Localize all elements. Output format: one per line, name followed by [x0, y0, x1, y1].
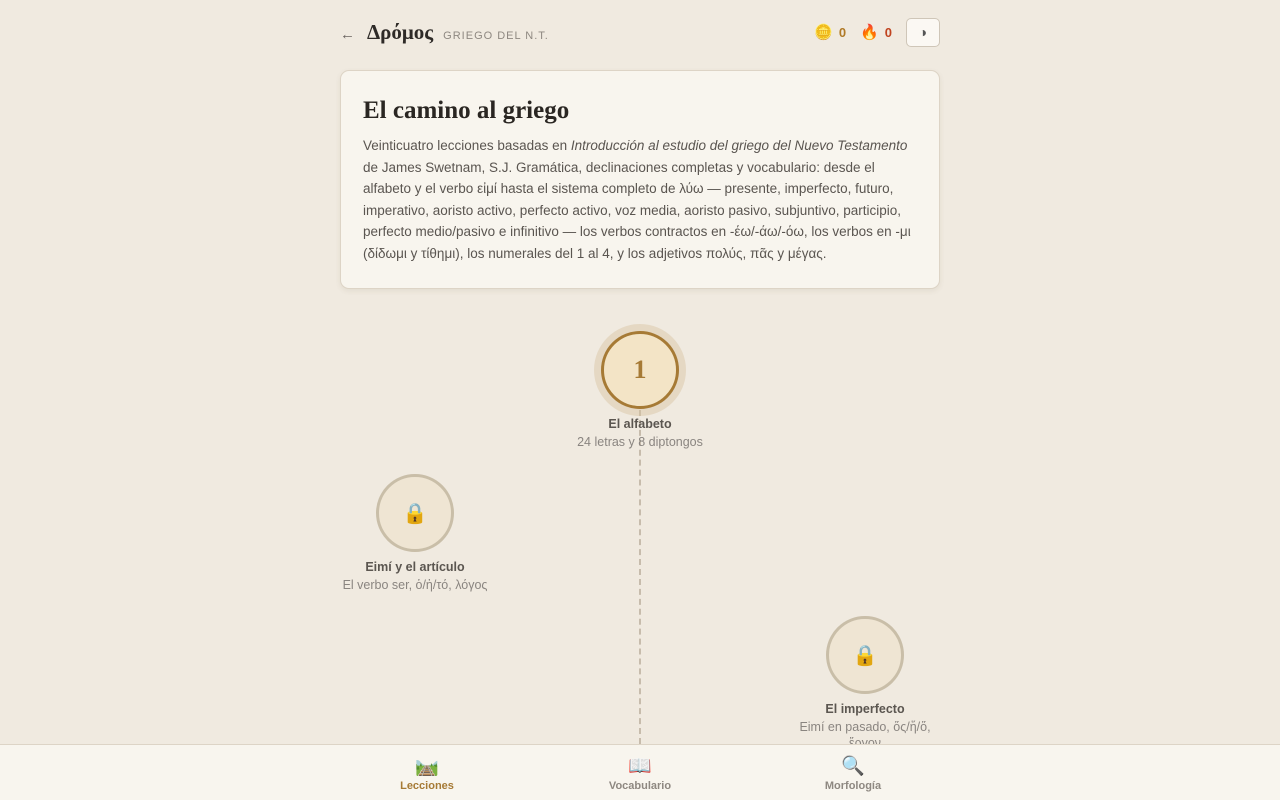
- lesson-title: El alfabeto: [608, 417, 672, 431]
- intro-title: El camino al griego: [363, 97, 570, 124]
- magnifier-icon: 🔍: [841, 756, 865, 777]
- intro-text-after: de James Swetnam, S.J. Gramática, declin…: [363, 159, 911, 261]
- lesson-node-1[interactable]: 1 El alfabeto 24 letras y 8 diptongos: [550, 331, 730, 450]
- fire-icon: 🔥: [860, 24, 879, 41]
- nav-lessons[interactable]: 🛤️ Lecciones: [367, 755, 487, 792]
- lesson-circle[interactable]: 1: [601, 331, 679, 409]
- coin-icon: 🪙: [814, 24, 833, 41]
- bottom-nav: 🛤️ Lecciones 📖 Vocabulario 🔍 Morfología: [0, 744, 1280, 800]
- lesson-number: 1: [633, 355, 647, 384]
- nav-vocabulary[interactable]: 📖 Vocabulario: [580, 755, 700, 792]
- lesson-subtitle: 24 letras y 8 diptongos: [577, 435, 703, 449]
- coins-value: 0: [838, 24, 847, 40]
- page: ← Δρόμος GRIEGO DEL N.T. 🪙 0 🔥 0 ◑ El ca…: [0, 0, 1280, 800]
- streak-counter: 🔥 0: [860, 23, 892, 41]
- app-subtitle: GRIEGO DEL N.T.: [443, 29, 549, 42]
- streak-value: 0: [884, 24, 892, 40]
- header-left: ← Δρόμος GRIEGO DEL N.T.: [340, 20, 549, 45]
- app-title: Δρόμος: [367, 19, 434, 44]
- theme-toggle-button[interactable]: ◑: [906, 17, 940, 47]
- intro-description: Veinticuatro lecciones basadas en Introd…: [363, 135, 917, 264]
- lock-icon: 🔒: [852, 644, 878, 667]
- header-right: 🪙 0 🔥 0 ◑: [814, 17, 940, 47]
- lesson-title: Eimí y el artículo: [365, 560, 465, 574]
- intro-card: El camino al griego Veinticuatro leccion…: [340, 70, 940, 289]
- lesson-circle[interactable]: 🔒: [826, 616, 904, 694]
- lock-icon: 🔒: [402, 502, 428, 525]
- lesson-subtitle: El verbo ser, ὁ/ἡ/τό, λόγος: [342, 578, 488, 592]
- lesson-node-2[interactable]: 🔒 Eimí y el artículo El verbo ser, ὁ/ἡ/τ…: [325, 474, 505, 593]
- top-header: ← Δρόμος GRIEGO DEL N.T. 🪙 0 🔥 0 ◑: [340, 16, 940, 48]
- back-arrow-icon[interactable]: ←: [340, 26, 355, 43]
- path-connector: [639, 400, 641, 744]
- nav-label: Morfología: [824, 780, 882, 792]
- open-book-icon: 📖: [628, 756, 652, 777]
- railway-track-icon: 🛤️: [415, 756, 439, 777]
- nav-label: Vocabulario: [608, 780, 672, 792]
- nav-morphology[interactable]: 🔍 Morfología: [793, 755, 913, 792]
- intro-book-title: Introducción al estudio del griego del N…: [570, 138, 908, 153]
- intro-text-before: Veinticuatro lecciones basadas en: [363, 138, 571, 153]
- lesson-node-3[interactable]: 🔒 El imperfecto Eimí en pasado, ὅς/ἥ/ὅ, …: [785, 616, 945, 751]
- half-circle-icon: ◑: [918, 24, 928, 40]
- lesson-title: El imperfecto: [825, 702, 905, 716]
- lesson-circle[interactable]: 🔒: [376, 474, 454, 552]
- coins-counter: 🪙 0: [814, 23, 846, 41]
- nav-label: Lecciones: [400, 780, 454, 792]
